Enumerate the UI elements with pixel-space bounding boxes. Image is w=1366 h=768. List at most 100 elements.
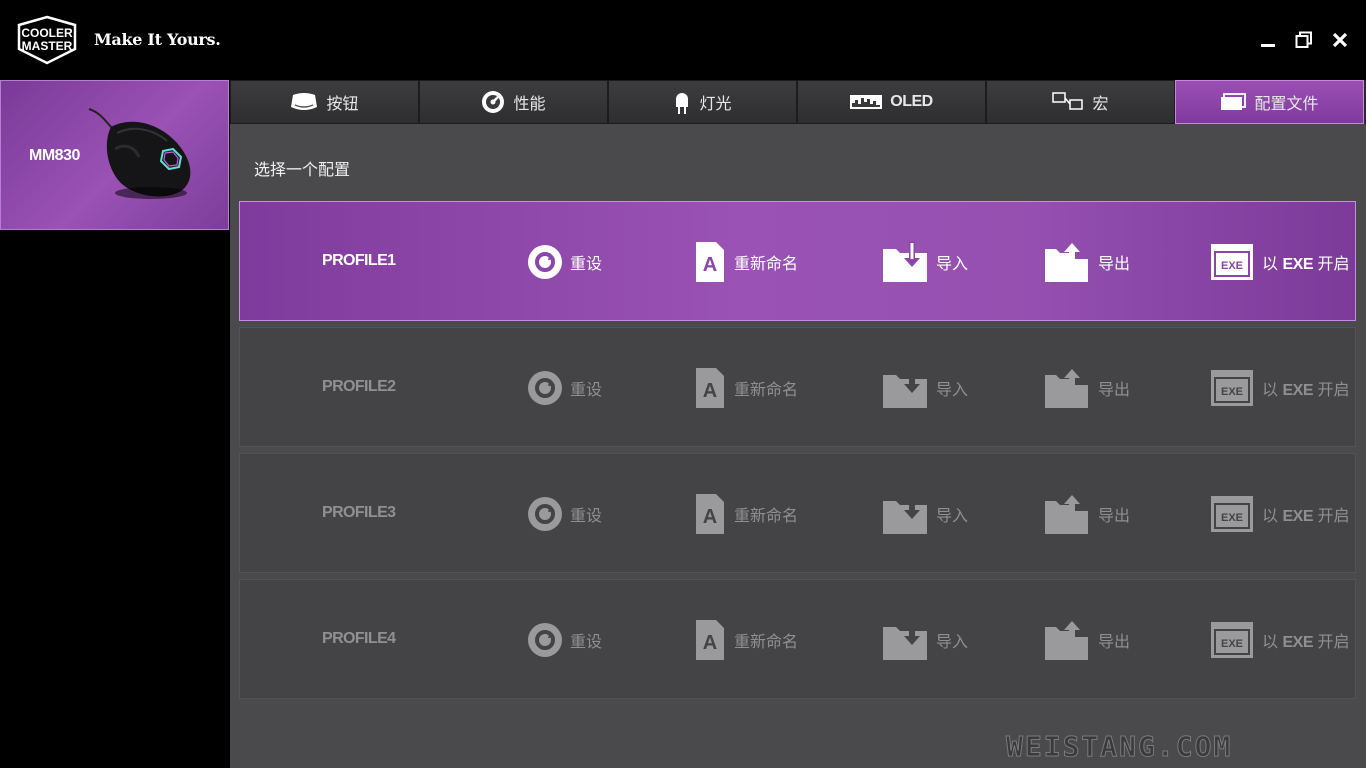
device-sidebar: MM830 — [0, 80, 230, 768]
close-button[interactable] — [1326, 26, 1354, 54]
light-icon — [673, 89, 691, 115]
minimize-icon — [1261, 44, 1275, 47]
rename-icon: A — [696, 620, 724, 660]
reset-button[interactable]: 重设 — [528, 492, 602, 536]
minimize-button[interactable] — [1254, 26, 1282, 54]
reset-label: 重设 — [570, 382, 603, 399]
tab-label: 灯光 — [699, 96, 732, 113]
import-button[interactable]: 导入 — [882, 618, 968, 662]
import-button[interactable]: 导入 — [882, 492, 968, 536]
reset-button[interactable]: 重设 — [528, 366, 602, 410]
reset-label: 重设 — [570, 256, 603, 273]
export-label: 导出 — [1098, 256, 1131, 273]
performance-icon — [481, 90, 505, 114]
tab-bar: 按钮 性能 灯光 OLED 宏 配置文件 — [230, 80, 1366, 124]
export-icon — [1045, 243, 1088, 282]
svg-text:COOLER: COOLER — [21, 26, 73, 40]
svg-text:EXE: EXE — [1221, 386, 1243, 398]
import-icon — [883, 367, 927, 408]
rename-icon: A — [696, 494, 724, 534]
open-exe-button[interactable]: EXE 以 EXE 开启 — [1210, 618, 1349, 662]
reset-button[interactable]: 重设 — [528, 618, 602, 662]
open-exe-button[interactable]: EXE 以 EXE 开启 — [1210, 240, 1349, 284]
exe-label: 以 EXE 开启 — [1262, 508, 1350, 525]
import-icon — [883, 619, 927, 660]
rename-label: 重新命名 — [734, 256, 799, 273]
reset-button[interactable]: 重设 — [528, 240, 602, 284]
svg-text:A: A — [703, 632, 717, 654]
tab-macro[interactable]: 宏 — [986, 80, 1175, 124]
import-label: 导入 — [936, 634, 969, 651]
reset-icon — [528, 245, 562, 279]
tab-label: 配置文件 — [1254, 96, 1319, 113]
rename-label: 重新命名 — [734, 508, 799, 525]
exe-window-icon: EXE — [1211, 244, 1253, 280]
export-icon — [1045, 495, 1088, 534]
profile-row[interactable]: PROFILE1 重设 A 重新命名 导入 导出 EXE 以 EXE 开启 — [239, 201, 1356, 321]
svg-text:EXE: EXE — [1221, 638, 1243, 650]
watermark: WEISTANG.COM — [1005, 730, 1233, 764]
tab-label: OLED — [890, 93, 933, 110]
exe-label: 以 EXE 开启 — [1262, 382, 1350, 399]
export-label: 导出 — [1098, 382, 1131, 399]
import-label: 导入 — [936, 508, 969, 525]
rename-button[interactable]: A 重新命名 — [694, 618, 798, 662]
svg-text:EXE: EXE — [1221, 260, 1243, 272]
open-exe-button[interactable]: EXE 以 EXE 开启 — [1210, 492, 1349, 536]
reset-label: 重设 — [570, 508, 603, 525]
profile-name: PROFILE3 — [322, 504, 396, 521]
reset-label: 重设 — [570, 634, 603, 651]
maximize-button[interactable] — [1290, 26, 1318, 54]
profile-row[interactable]: PROFILE2 重设 A 重新命名 导入 导出 EXE 以 EXE 开启 — [239, 327, 1356, 447]
reset-icon — [528, 623, 562, 657]
restore-icon — [1295, 31, 1312, 48]
cooler-master-logo: COOLER MASTER — [17, 15, 77, 65]
rename-button[interactable]: A 重新命名 — [694, 492, 798, 536]
export-button[interactable]: 导出 — [1044, 492, 1130, 536]
tab-buttons[interactable]: 按钮 — [230, 80, 419, 124]
mouse-image — [88, 108, 191, 199]
rename-label: 重新命名 — [734, 382, 799, 399]
profile-row[interactable]: PROFILE4 重设 A 重新命名 导入 导出 EXE 以 EXE 开启 — [239, 579, 1356, 699]
tab-lighting[interactable]: 灯光 — [608, 80, 797, 124]
exe-window-icon: EXE — [1211, 370, 1253, 406]
tab-oled[interactable]: OLED — [797, 80, 986, 124]
button-icon — [290, 91, 318, 113]
export-button[interactable]: 导出 — [1044, 366, 1130, 410]
import-button[interactable]: 导入 — [882, 366, 968, 410]
title-bar: COOLER MASTER Make It Yours. — [0, 0, 1366, 80]
open-exe-button[interactable]: EXE 以 EXE 开启 — [1210, 366, 1349, 410]
svg-text:MASTER: MASTER — [22, 39, 73, 53]
rename-button[interactable]: A 重新命名 — [694, 366, 798, 410]
import-button[interactable]: 导入 — [882, 240, 968, 284]
export-label: 导出 — [1098, 634, 1131, 651]
profile-row[interactable]: PROFILE3 重设 A 重新命名 导入 导出 EXE 以 EXE 开启 — [239, 453, 1356, 573]
tab-performance[interactable]: 性能 — [419, 80, 608, 124]
rename-button[interactable]: A 重新命名 — [694, 240, 798, 284]
import-label: 导入 — [936, 382, 969, 399]
rename-label: 重新命名 — [734, 634, 799, 651]
export-label: 导出 — [1098, 508, 1131, 525]
export-icon — [1045, 369, 1088, 408]
exe-window-icon: EXE — [1211, 496, 1253, 532]
reset-icon — [528, 497, 562, 531]
tab-profiles[interactable]: 配置文件 — [1175, 80, 1364, 124]
profile-name: PROFILE1 — [322, 252, 396, 269]
exe-window-icon: EXE — [1211, 622, 1253, 658]
rename-icon: A — [696, 368, 724, 408]
device-card[interactable]: MM830 — [0, 80, 229, 230]
exe-label: 以 EXE 开启 — [1262, 256, 1350, 273]
tab-label: 宏 — [1092, 96, 1109, 113]
oled-icon — [850, 95, 883, 109]
macro-icon — [1052, 92, 1084, 112]
tab-label: 按钮 — [326, 96, 359, 113]
import-label: 导入 — [936, 256, 969, 273]
main-panel: 按钮 性能 灯光 OLED 宏 配置文件 选择一个配置 PROFILE1 重设 … — [230, 80, 1366, 768]
export-button[interactable]: 导出 — [1044, 240, 1130, 284]
import-icon — [883, 241, 927, 282]
profile-icon — [1220, 93, 1247, 111]
export-icon — [1045, 621, 1088, 660]
export-button[interactable]: 导出 — [1044, 618, 1130, 662]
device-name: MM830 — [29, 147, 80, 164]
profile-name: PROFILE4 — [322, 630, 396, 647]
